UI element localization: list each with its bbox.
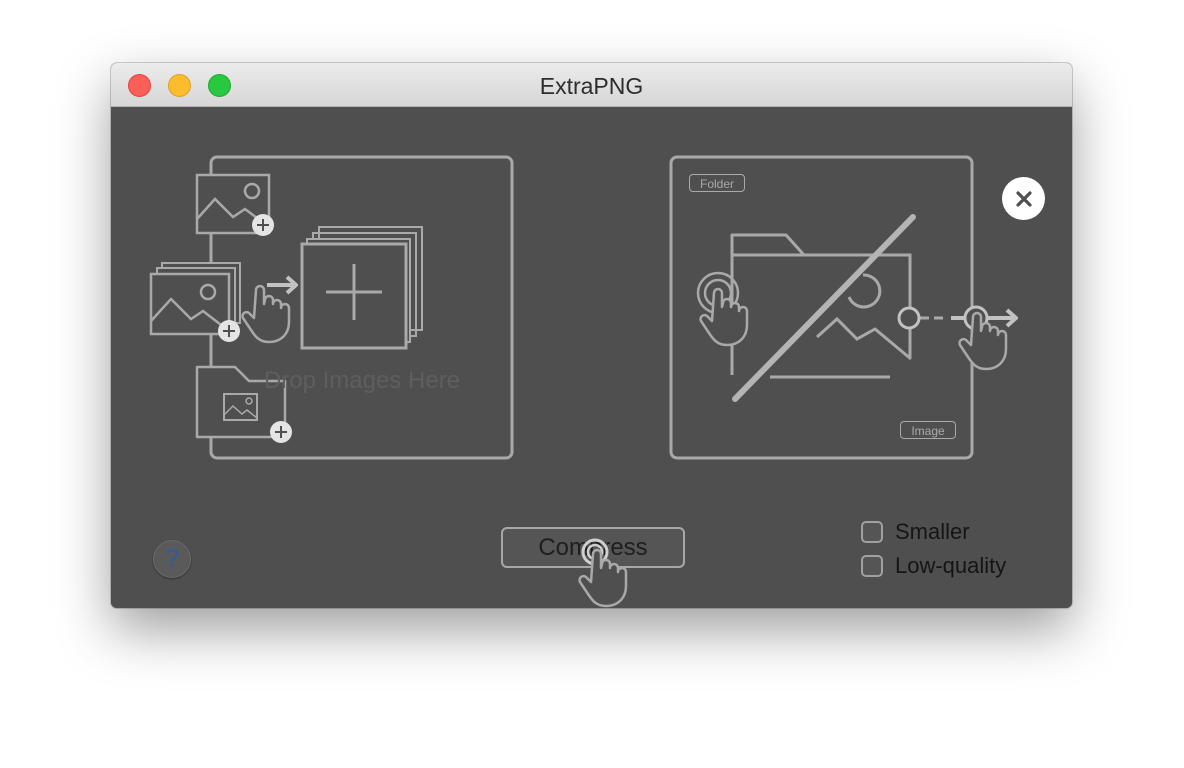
tap-hand-icon (696, 271, 749, 347)
slider-arrow-icon (897, 305, 1018, 371)
hand-pointer-icon (241, 284, 291, 344)
low-quality-option[interactable]: Low-quality (861, 553, 1006, 579)
image-plus-icon (195, 173, 274, 236)
image-tag: Image (900, 421, 956, 439)
help-icon: ? (165, 545, 179, 572)
smaller-label: Smaller (895, 519, 970, 544)
main-content: Drop Images Here Folder Image ? Compress… (111, 107, 1072, 608)
close-icon (1015, 190, 1032, 207)
low-quality-label: Low-quality (895, 553, 1007, 578)
smaller-checkbox[interactable] (861, 521, 883, 543)
help-button[interactable]: ? (153, 540, 191, 578)
compress-button[interactable]: Compress (501, 527, 685, 568)
add-stack-icon (300, 226, 423, 350)
image-icon (730, 253, 912, 379)
close-button[interactable] (1002, 177, 1045, 220)
low-quality-checkbox[interactable] (861, 555, 883, 577)
smaller-option[interactable]: Smaller (861, 519, 970, 545)
slash-line (732, 214, 916, 402)
arrow-right-icon (267, 275, 298, 295)
title-bar[interactable]: ExtraPNG (111, 63, 1072, 107)
images-stack-plus-icon (149, 262, 241, 342)
folder-tag: Folder (689, 174, 745, 192)
window-title: ExtraPNG (539, 73, 644, 99)
drop-zone-label: Drop Images Here (263, 367, 461, 394)
compress-button-label: Compress (538, 533, 648, 561)
app-window: ExtraPNG Drop Images Here Folder Image ?… (111, 63, 1072, 608)
